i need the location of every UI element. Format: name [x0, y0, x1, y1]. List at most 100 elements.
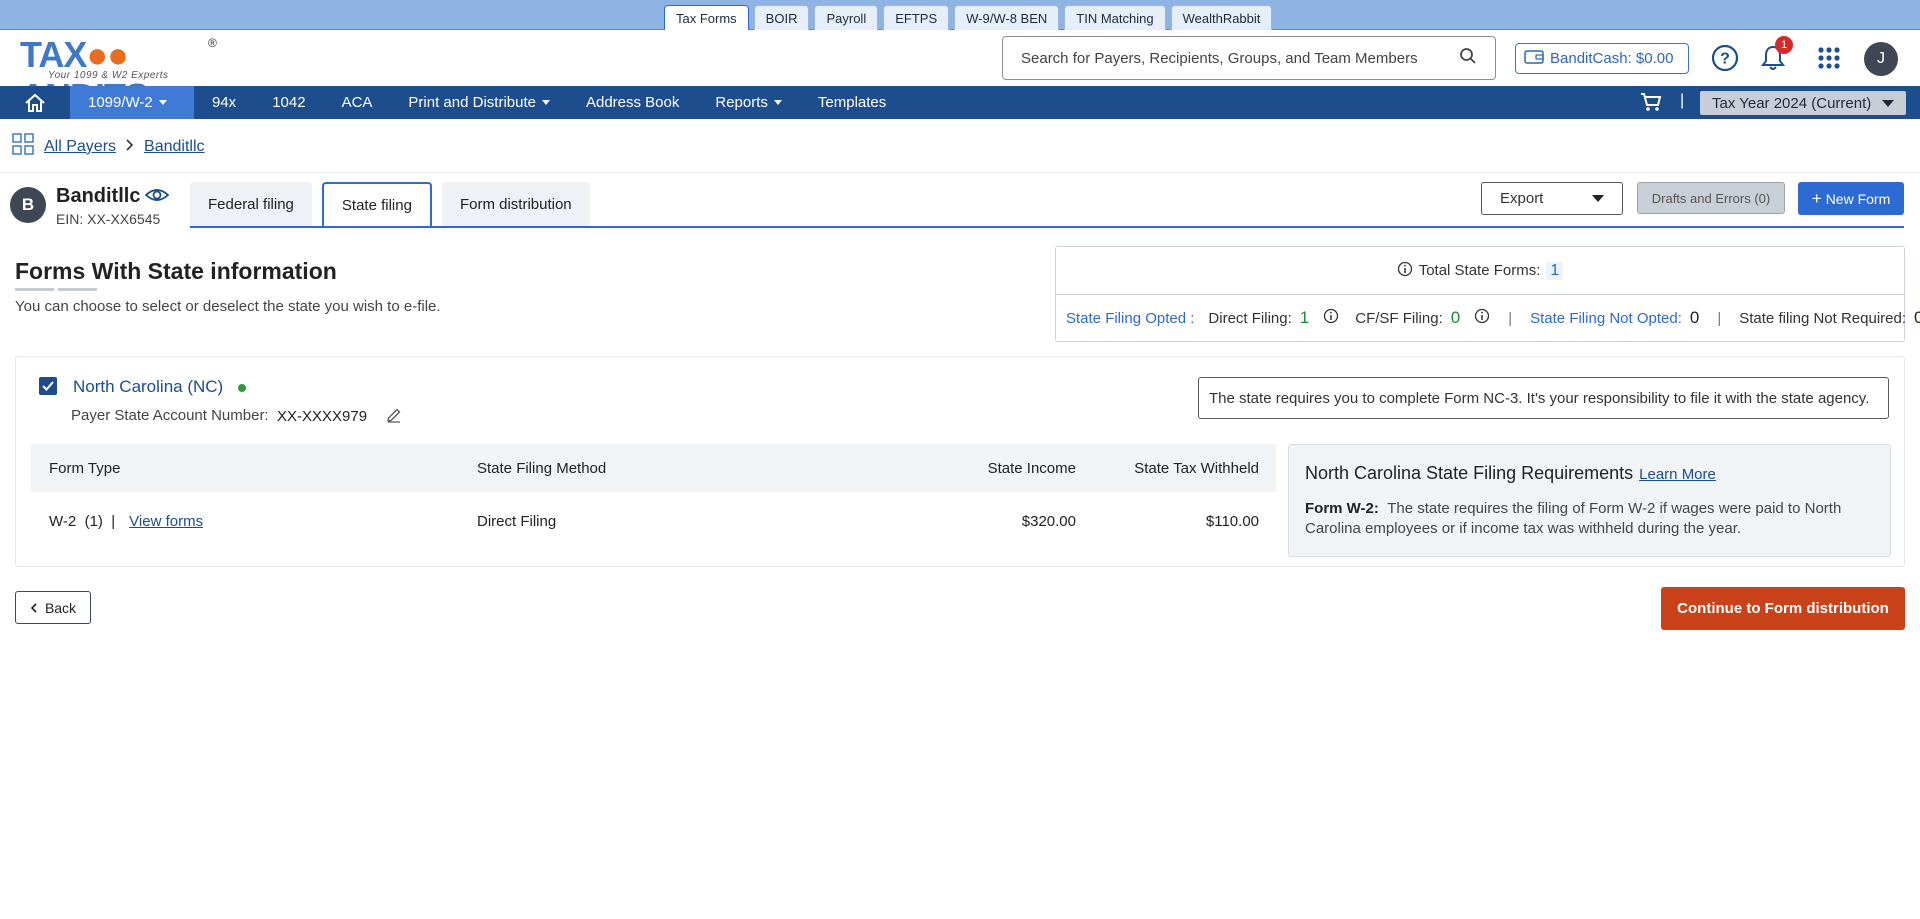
logo-tagline: Your 1099 & W2 Experts: [48, 70, 169, 81]
breadcrumb-current-payer[interactable]: Banditllc: [144, 138, 204, 156]
nav-aca[interactable]: ACA: [324, 86, 391, 119]
info-icon[interactable]: [1474, 308, 1490, 328]
state-card-nc: North Carolina (NC) Payer State Account …: [15, 356, 1905, 567]
notifications-bell-icon[interactable]: 1: [1757, 36, 1793, 74]
back-button[interactable]: Back: [15, 591, 91, 624]
total-state-forms-label: Total State Forms:: [1418, 262, 1541, 279]
nav-label: Print and Distribute: [408, 94, 536, 111]
chevron-down-icon: [158, 100, 167, 105]
tabs-underline: [190, 226, 1904, 228]
logo-registered-mark: ®: [208, 36, 217, 50]
cfsf-filing-label: CF/SF Filing:: [1355, 309, 1443, 327]
title-underline: [15, 288, 97, 291]
cart-icon[interactable]: [1640, 92, 1662, 116]
product-tab-w9-w8ben[interactable]: W-9/W-8 BEN: [954, 5, 1060, 30]
info-icon[interactable]: [1397, 261, 1413, 281]
state-name: North Carolina (NC): [73, 377, 224, 396]
nav-reports[interactable]: Reports: [697, 86, 800, 119]
nav-label: Templates: [817, 94, 887, 111]
logo-text-left: TAX: [20, 34, 87, 75]
chevron-down-icon: [773, 100, 782, 105]
chevron-down-icon: [541, 100, 550, 105]
nav-print-and-distribute[interactable]: Print and Distribute: [390, 86, 568, 119]
col-form-type: Form Type: [49, 459, 121, 477]
forms-table-header: Form Type State Filing Method State Inco…: [31, 444, 1276, 492]
new-form-label: New Form: [1825, 190, 1891, 207]
learn-more-link[interactable]: Learn More: [1639, 466, 1716, 483]
search-icon[interactable]: [1459, 47, 1477, 69]
state-income-cell: $320.00: [1021, 513, 1076, 530]
product-tab-boir[interactable]: BOIR: [753, 5, 810, 30]
summary-separator: |: [1508, 309, 1513, 327]
filing-tabs: Federal filing State filing Form distrib…: [190, 182, 590, 227]
apps-grid-icon[interactable]: [1813, 42, 1845, 74]
chevron-down-icon: [1592, 195, 1604, 202]
payer-ein: EIN: XX-XX6545: [56, 211, 161, 227]
eye-icon[interactable]: [144, 186, 170, 208]
summary-separator: |: [1717, 309, 1722, 327]
state-select-checkbox[interactable]: [39, 377, 57, 395]
summary-total: Total State Forms: 1: [1056, 247, 1904, 295]
dashboard-grid-icon[interactable]: [12, 133, 34, 160]
breadcrumb-all-payers[interactable]: All Payers: [44, 138, 116, 156]
plus-icon: +: [1811, 188, 1822, 208]
bandit-cash-value: $0.00: [1635, 50, 1674, 67]
drafts-and-errors-button[interactable]: Drafts and Errors (0): [1637, 182, 1785, 214]
chevron-left-icon: [30, 600, 37, 616]
help-icon[interactable]: ?: [1709, 42, 1741, 74]
requirements-title: North Carolina State Filing Requirements…: [1305, 463, 1716, 484]
col-state-filing-method: State Filing Method: [477, 459, 607, 477]
export-label: Export: [1500, 190, 1544, 207]
nav-address-book[interactable]: Address Book: [568, 86, 697, 119]
state-filing-not-opted-value: 0: [1689, 308, 1700, 327]
requirements-text: Form W-2: The state requires the filing …: [1305, 499, 1875, 539]
state-note: The state requires you to complete Form …: [1198, 377, 1889, 419]
product-tab-wealthrabbit[interactable]: WealthRabbit: [1170, 5, 1273, 30]
home-icon[interactable]: [0, 86, 70, 119]
table-row: W-2 (1) | View forms Direct Filing $320.…: [31, 493, 1276, 550]
nav-1042[interactable]: 1042: [254, 86, 323, 119]
nav-94x[interactable]: 94x: [194, 86, 254, 119]
nav-label: 1042: [272, 94, 306, 111]
continue-to-form-distribution-button[interactable]: Continue to Form distribution: [1661, 587, 1905, 630]
payer-avatar: B: [10, 187, 46, 223]
checkmark-icon: [42, 381, 54, 391]
export-dropdown[interactable]: Export: [1481, 182, 1623, 215]
nav-templates[interactable]: Templates: [800, 86, 904, 119]
view-forms-link[interactable]: View forms: [129, 513, 203, 530]
tab-form-distribution[interactable]: Form distribution: [441, 182, 590, 226]
nav-1099-w2[interactable]: 1099/W-2: [70, 86, 194, 119]
state-tax-withheld-cell: $110.00: [1205, 513, 1259, 530]
tab-federal-filing[interactable]: Federal filing: [190, 182, 312, 226]
product-tab-eftps[interactable]: EFTPS: [883, 5, 950, 30]
row-separator: |: [111, 513, 116, 530]
main-nav: 1099/W-2 94x 1042 ACA Print and Distribu…: [0, 86, 1920, 119]
state-filing-method-cell: Direct Filing: [477, 513, 557, 530]
new-form-button[interactable]: + New Form: [1798, 182, 1904, 215]
state-forms-summary: Total State Forms: 1 State Filing Opted …: [1055, 246, 1920, 342]
product-tab-tax-forms[interactable]: Tax Forms: [664, 5, 749, 30]
info-icon[interactable]: [1323, 308, 1339, 328]
tax-year-select[interactable]: Tax Year 2024 (Current): [1700, 91, 1906, 115]
status-dot-icon: [238, 384, 246, 392]
requirements-title-text: North Carolina State Filing Requirements: [1305, 463, 1634, 483]
product-tabs: Tax Forms BOIR Payroll EFTPS W-9/W-8 BEN…: [664, 5, 1273, 30]
nav-separator: |: [1680, 92, 1685, 109]
product-tab-tin-matching[interactable]: TIN Matching: [1064, 5, 1166, 30]
tab-state-filing[interactable]: State filing: [321, 182, 432, 227]
product-tab-payroll[interactable]: Payroll: [814, 5, 879, 30]
payer-state-account-label: Payer State Account Number:: [71, 407, 269, 424]
bandit-cash-button[interactable]: BanditCash: $0.00: [1515, 43, 1689, 74]
back-label: Back: [44, 599, 77, 616]
search-box: [1002, 36, 1496, 80]
svg-text:?: ?: [1720, 51, 1730, 68]
nav-label: ACA: [341, 94, 373, 111]
total-state-forms-value: 1: [1546, 261, 1564, 280]
taxbandits-logo[interactable]: TAX●●ANDITS ® Your 1099 & W2 Experts: [20, 34, 220, 117]
direct-filing-label: Direct Filing:: [1208, 309, 1292, 327]
breadcrumb: All Payers Banditllc: [12, 133, 205, 160]
search-input[interactable]: [1021, 49, 1459, 67]
edit-pencil-icon[interactable]: [386, 407, 402, 427]
user-avatar[interactable]: J: [1864, 42, 1898, 76]
form-type-cell: W-2 (1) | View forms: [49, 493, 203, 550]
